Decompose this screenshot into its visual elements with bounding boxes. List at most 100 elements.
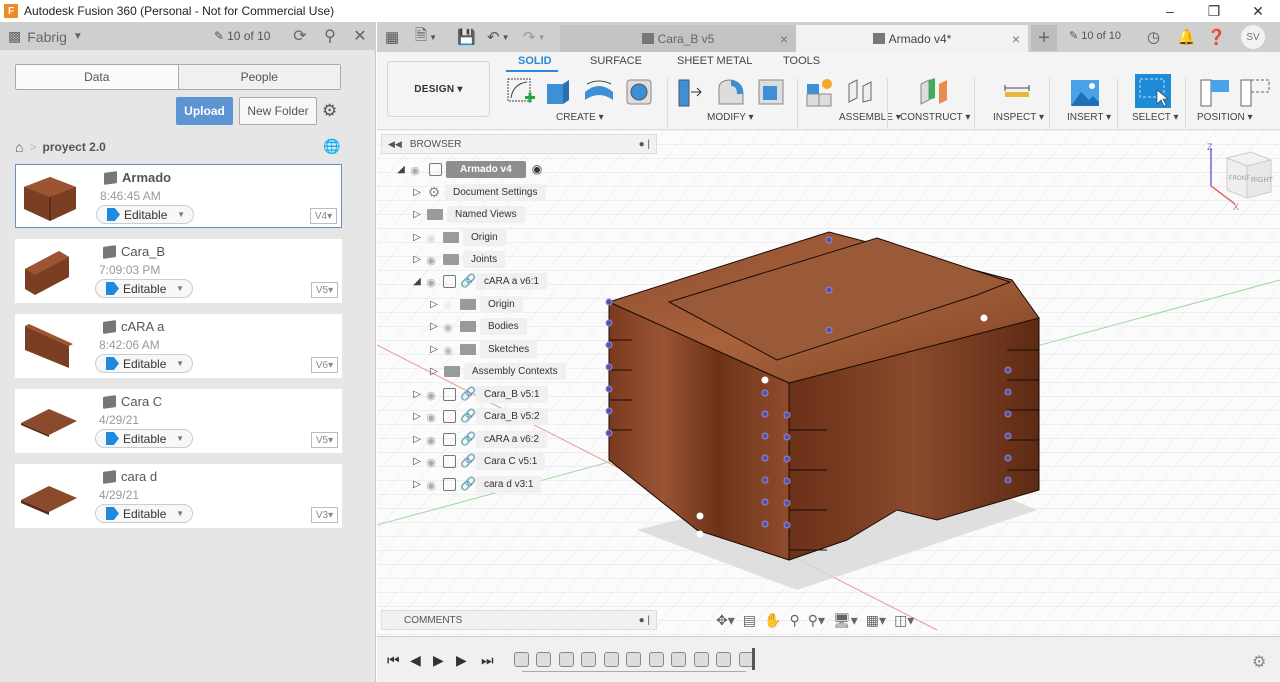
construct-menu[interactable]: CONSTRUCT ▾ (900, 112, 970, 123)
browser-item[interactable]: ▷ ◉ 🔗 Cara C v5:1 (411, 451, 546, 471)
file-card[interactable]: cARA a 8:42:06 AM Editable ▼ V6 ▾ (15, 314, 342, 378)
eye-icon[interactable]: ◉ (423, 276, 439, 289)
assemble-menu[interactable]: ASSEMBLE ▾ (839, 112, 901, 123)
create-sketch-icon[interactable] (505, 76, 537, 108)
version-dropdown[interactable]: V6 ▾ (311, 357, 338, 373)
version-dropdown[interactable]: V3 ▾ (311, 507, 338, 523)
gear-icon[interactable]: ⚙ (322, 101, 342, 121)
go-to-end-icon[interactable]: ⏭ (481, 652, 494, 669)
fillet-icon[interactable] (715, 76, 747, 108)
fit-icon[interactable]: ⚲▾ (808, 612, 825, 629)
timeline-joint[interactable] (559, 652, 574, 667)
browser-item[interactable]: ▷ ◉ Joints (411, 249, 506, 269)
browser-item[interactable]: ▷ ◉ 🔗 cara d v3:1 (411, 474, 542, 494)
clock-icon[interactable]: ◷ (1147, 27, 1160, 47)
close-window-button[interactable]: ✕ (1236, 0, 1280, 22)
file-card[interactable]: Cara C 4/29/21 Editable ▼ V5 ▾ (15, 389, 342, 453)
shell-icon[interactable] (755, 76, 787, 108)
browser-item[interactable]: ▷ ◉ Bodies (428, 316, 527, 336)
upload-button[interactable]: Upload (176, 97, 233, 125)
viewports-icon[interactable]: ◫▾ (894, 612, 914, 629)
offset-plane-icon[interactable] (917, 76, 949, 108)
file-card[interactable]: Cara_B 7:09:03 PM Editable ▼ V5 ▾ (15, 239, 342, 303)
collapse-triangle-icon[interactable]: ◢ (395, 164, 407, 175)
activate-radio-icon[interactable]: ◉ (532, 162, 542, 176)
close-tab-icon[interactable]: × (780, 31, 788, 47)
expand-triangle-icon[interactable]: ▷ (411, 209, 423, 220)
maximize-button[interactable]: ❐ (1192, 0, 1236, 22)
tab-people[interactable]: People (177, 65, 340, 89)
eye-icon[interactable]: ◉ (407, 164, 423, 177)
job-status[interactable]: ✎ 10 of 10 (214, 29, 270, 43)
hole-icon[interactable] (623, 76, 655, 108)
redo-icon[interactable]: ↷ ▼ (523, 27, 546, 47)
browser-item[interactable]: ▷ ◉ 🔗 Cara_B v5:2 (411, 406, 548, 426)
undo-icon[interactable]: ↶ ▼ (487, 27, 510, 47)
create-menu[interactable]: CREATE ▾ (556, 112, 604, 123)
browser-item[interactable]: ◢ ◉ 🔗 cARA a v6:1 (411, 271, 548, 291)
eye-icon[interactable]: ◉ (440, 344, 456, 357)
zoom-icon[interactable]: ⚲ (789, 612, 799, 629)
timeline-feature[interactable] (536, 652, 551, 667)
eye-icon[interactable]: ◉ (423, 456, 439, 469)
app-grid-icon[interactable]: ▦ (385, 27, 399, 47)
browser-item[interactable]: ▷ ⚙ Document Settings (411, 182, 546, 202)
file-menu-icon[interactable]: 🗎 ▼ (415, 27, 437, 47)
browser-item[interactable]: ▷ ◉ Sketches (428, 339, 538, 359)
close-panel-icon[interactable]: ✕ (350, 26, 370, 46)
eye-icon[interactable]: ◉ (423, 434, 439, 447)
timeline-feature[interactable] (671, 652, 686, 667)
expand-triangle-icon[interactable]: ▷ (411, 411, 423, 422)
search-icon[interactable]: ⚲ (320, 26, 340, 46)
eye-hidden-icon[interactable]: ◉ (440, 299, 456, 312)
step-back-icon[interactable]: ◀ (410, 652, 421, 669)
help-icon[interactable]: ❓ (1207, 27, 1226, 47)
orbit-icon[interactable]: ✥▾ (716, 612, 735, 629)
tab-document[interactable]: Cara_B v5 × (560, 25, 796, 52)
expand-triangle-icon[interactable]: ▷ (411, 434, 423, 445)
timeline-feature[interactable] (514, 652, 529, 667)
close-tab-icon[interactable]: × (1012, 31, 1020, 47)
tab-sheet-metal[interactable]: SHEET METAL (677, 55, 752, 67)
browser-header[interactable]: ◀◀ BROWSER ● | (381, 134, 657, 154)
comments-panel[interactable]: COMMENTS ● | (381, 610, 657, 630)
collapse-browser-icon[interactable]: ◀◀ (388, 139, 402, 150)
avatar[interactable]: SV (1241, 25, 1265, 49)
expand-triangle-icon[interactable]: ▷ (411, 254, 423, 265)
look-at-icon[interactable]: ▤ (743, 612, 756, 629)
browser-item[interactable]: ▷ ◉ Origin (428, 294, 523, 314)
go-to-start-icon[interactable]: ⏮ (387, 652, 400, 669)
position-menu[interactable]: POSITION ▾ (1197, 112, 1253, 123)
revolve-icon[interactable] (583, 76, 615, 108)
add-comment-icon[interactable]: ● | (639, 615, 650, 626)
version-dropdown[interactable]: V5 ▾ (311, 282, 338, 298)
editable-dropdown[interactable]: Editable ▼ (95, 429, 193, 448)
step-forward-icon[interactable]: ▶ (456, 652, 467, 669)
extrude-icon[interactable] (543, 76, 575, 108)
expand-triangle-icon[interactable]: ▷ (428, 299, 440, 310)
measure-icon[interactable] (1001, 76, 1033, 108)
editable-dropdown[interactable]: Editable ▼ (95, 504, 193, 523)
globe-icon[interactable]: 🌐 (323, 138, 341, 156)
grid-settings-icon[interactable]: ▦▾ (866, 612, 886, 629)
refresh-icon[interactable]: ⟳ (290, 26, 310, 46)
collapse-triangle-icon[interactable]: ◢ (411, 276, 423, 287)
breadcrumb-project[interactable]: proyect 2.0 (42, 140, 105, 154)
press-pull-icon[interactable] (675, 76, 707, 108)
editable-dropdown[interactable]: Editable ▼ (95, 279, 193, 298)
timeline-feature[interactable] (626, 652, 641, 667)
eye-icon[interactable]: ◉ (423, 411, 439, 424)
timeline-joint[interactable] (694, 652, 709, 667)
workspace-switcher[interactable]: DESIGN ▾ (387, 61, 490, 117)
timeline-feature[interactable] (581, 652, 596, 667)
browser-item[interactable]: ▷ Assembly Contexts (428, 361, 566, 381)
browser-root[interactable]: ◢ ◉ Armado v4 ◉ (395, 159, 542, 179)
viewcube-right-face[interactable]: RIGHT (1251, 177, 1274, 184)
new-component-icon[interactable] (805, 76, 837, 108)
align-icon[interactable] (1199, 76, 1231, 108)
gear-icon[interactable]: ⚙ (1252, 652, 1266, 672)
file-card[interactable]: Armado 8:46:45 AM Editable ▼ V4 ▾ (15, 164, 342, 228)
joint-icon[interactable] (845, 76, 877, 108)
eye-icon[interactable]: ◉ (423, 254, 439, 267)
pin-icon[interactable]: ● | (639, 139, 650, 150)
